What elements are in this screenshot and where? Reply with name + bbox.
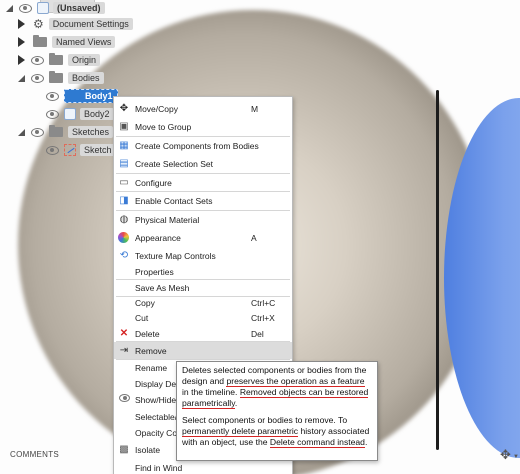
menu-item-texture-map-controls[interactable]: ⟲ Texture Map Controls [114, 247, 292, 264]
tree-row-origin[interactable]: Origin [18, 52, 101, 68]
tooltip-text: in the timeline. [182, 387, 240, 397]
appearance-icon [118, 232, 129, 243]
gear-icon: ⚙ [33, 17, 44, 31]
menu-item-properties[interactable]: Properties [114, 263, 292, 280]
folder-icon [33, 35, 47, 47]
menu-item-cut[interactable]: Cut Ctrl+X [114, 309, 292, 326]
menu-item-label: Save As Mesh [135, 282, 190, 293]
eye-icon[interactable] [46, 145, 59, 155]
menu-item-create-selection-set[interactable]: ▤ Create Selection Set [114, 155, 292, 172]
menu-item-remove[interactable]: ⇥ Remove [114, 342, 292, 359]
menu-item-find-in-window[interactable]: Find in Wind [114, 459, 292, 474]
tree-label-body1[interactable]: Body1 [64, 89, 118, 103]
tree-label-sketches: Sketches [68, 126, 114, 138]
menu-item-label: Appearance [135, 232, 181, 243]
body-icon [64, 108, 76, 120]
tooltip-text: . [234, 398, 238, 408]
tree-label-sketch: Sketch [80, 144, 116, 156]
tree-label-origin: Origin [68, 54, 101, 66]
expand-icon[interactable] [6, 4, 13, 12]
tooltip-text: Select components or bodies to remove. T… [182, 415, 348, 425]
navigation-icon[interactable]: ✥ [500, 447, 511, 463]
configure-icon: ▭ [119, 176, 129, 188]
tree-row-sketch[interactable]: Sketch [46, 142, 116, 158]
expand-icon[interactable] [18, 37, 25, 47]
group-icon: ▣ [119, 120, 129, 132]
menu-item-label: Enable Contact Sets [135, 195, 213, 206]
tree-row-bodies[interactable]: Bodies [18, 70, 104, 86]
tree-row-document-settings[interactable]: ⚙ Document Settings [18, 16, 133, 32]
menu-item-shortcut: Ctrl+X [251, 312, 275, 323]
tooltip-text: . [364, 437, 368, 447]
tooltip-text-underlined: permanently delete parametric [182, 426, 299, 437]
move-icon: ✥ [119, 102, 129, 114]
tooltip-text-underlined: Delete command instead [269, 437, 365, 448]
menu-item-label: Physical Material [135, 214, 200, 225]
menu-item-delete[interactable]: ✕ Delete Del [114, 325, 292, 342]
menu-item-move-to-group[interactable]: ▣ Move to Group [114, 118, 292, 135]
menu-item-enable-contact-sets[interactable]: ◨ Enable Contact Sets [114, 192, 292, 209]
comments-panel-label[interactable]: COMMENTS [10, 450, 59, 459]
remove-icon: ⇥ [119, 344, 129, 356]
menu-item-move-copy[interactable]: ✥ Move/Copy M [114, 100, 292, 117]
eye-icon[interactable] [31, 55, 44, 65]
remove-tooltip: Deletes selected components or bodies fr… [176, 361, 378, 461]
menu-item-label: Texture Map Controls [135, 250, 216, 261]
menu-item-label: Move to Group [135, 121, 192, 132]
eye-icon[interactable] [19, 3, 32, 13]
chevron-down-icon[interactable]: ▼ [513, 454, 519, 460]
folder-icon [49, 71, 63, 83]
tree-row-body2[interactable]: Body2 [46, 106, 114, 122]
menu-item-label: Create Selection Set [135, 158, 213, 169]
menu-item-label: Move/Copy [135, 103, 178, 114]
delete-icon: ✕ [119, 327, 129, 339]
component-icon: ▦ [119, 139, 129, 151]
expand-icon[interactable] [18, 19, 25, 29]
folder-icon [49, 53, 63, 65]
eye-icon[interactable] [31, 73, 44, 83]
selection-set-icon: ▤ [119, 157, 129, 169]
tooltip-description: Deletes selected components or bodies fr… [182, 365, 372, 409]
sketch-icon [64, 144, 76, 156]
menu-item-shortcut: Ctrl+C [251, 297, 276, 308]
tree-row-document[interactable]: (Unsaved) [6, 0, 105, 16]
menu-item-label: Delete [135, 328, 160, 339]
tree-label-named-views: Named Views [52, 36, 116, 48]
menu-item-label: Properties [135, 266, 174, 277]
texture-icon: ⟲ [119, 249, 129, 261]
menu-item-label: Find in Wind [135, 462, 183, 473]
tree-label-bodies: Bodies [68, 72, 104, 84]
collapse-icon[interactable] [18, 128, 25, 136]
tree-row-named-views[interactable]: Named Views [18, 34, 116, 50]
menu-item-label: Configure [135, 177, 172, 188]
tree-row-body1[interactable]: Body1 [46, 88, 118, 104]
menu-item-appearance[interactable]: Appearance A [114, 229, 292, 246]
menu-item-shortcut: Del [251, 328, 264, 339]
menu-item-physical-material[interactable]: ◍ Physical Material [114, 211, 292, 228]
folder-icon [49, 125, 63, 137]
menu-item-shortcut: M [251, 103, 259, 114]
tree-row-sketches[interactable]: Sketches [18, 124, 114, 140]
body-edge[interactable] [436, 90, 439, 450]
expand-icon[interactable] [18, 55, 25, 65]
isolate-icon: ▩ [119, 443, 129, 455]
eye-icon[interactable] [31, 127, 44, 137]
material-icon: ◍ [119, 213, 129, 225]
eye-icon [117, 394, 131, 405]
tree-label-document-settings: Document Settings [48, 18, 133, 30]
eye-icon[interactable] [46, 91, 59, 101]
menu-item-shortcut: A [251, 232, 257, 243]
contact-set-icon: ◨ [119, 194, 129, 206]
collapse-icon[interactable] [18, 74, 25, 82]
eye-icon[interactable] [46, 109, 59, 119]
document-name: (Unsaved) [53, 2, 105, 14]
document-icon [37, 2, 49, 14]
tooltip-instructions: Select components or bodies to remove. T… [182, 415, 372, 448]
menu-item-configure[interactable]: ▭ Configure [114, 174, 292, 191]
menu-item-label: Create Components from Bodies [135, 140, 259, 151]
menu-item-label: Remove [135, 345, 167, 356]
tree-label-body2: Body2 [80, 108, 114, 120]
menu-item-create-components[interactable]: ▦ Create Components from Bodies [114, 137, 292, 154]
tooltip-text-underlined: preserves the operation as a feature [226, 376, 365, 387]
